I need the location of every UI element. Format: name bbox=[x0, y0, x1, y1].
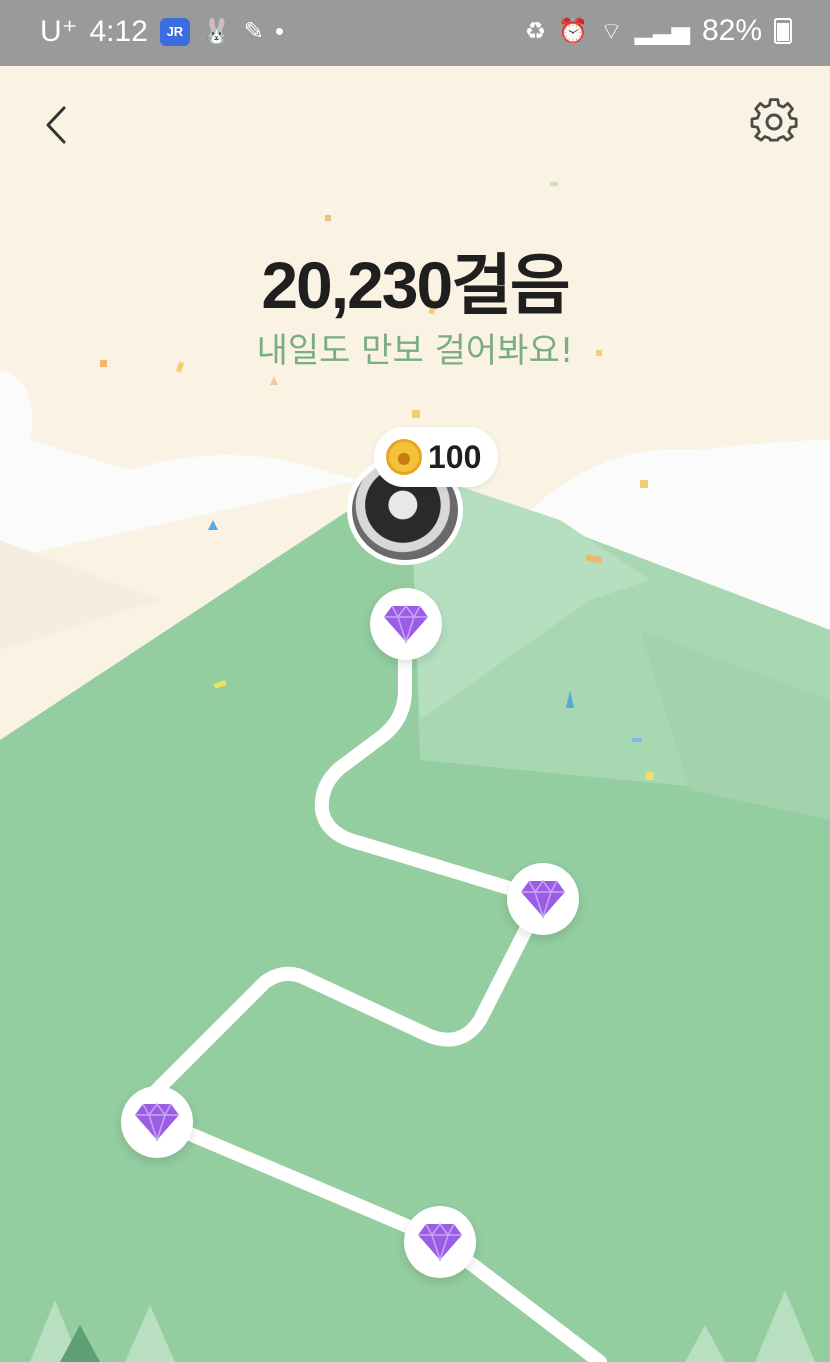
rabbit-icon: 🐰 bbox=[201, 18, 232, 45]
back-button[interactable] bbox=[36, 100, 80, 150]
wifi-icon: ⌔ bbox=[600, 18, 623, 45]
more-notifications-dot bbox=[275, 28, 283, 35]
encouragement-message: 내일도 만보 걸어봐요! bbox=[256, 331, 574, 371]
gem-icon bbox=[418, 1222, 462, 1262]
battery-saver-icon: ♻ bbox=[524, 17, 547, 45]
gem-milestone-2[interactable] bbox=[507, 863, 579, 935]
clock: 4:12 bbox=[89, 14, 148, 48]
battery-icon bbox=[774, 18, 792, 44]
gem-icon bbox=[384, 604, 428, 644]
carrier-label: U⁺ bbox=[40, 15, 78, 48]
battery-percent: 82% bbox=[701, 14, 762, 47]
gear-icon bbox=[750, 98, 798, 142]
app-notification-icon: JR bbox=[159, 17, 190, 46]
settings-button[interactable] bbox=[750, 98, 798, 146]
alarm-icon: ⏰ bbox=[558, 17, 589, 45]
reward-amount: 100 bbox=[428, 438, 482, 475]
gem-icon bbox=[135, 1102, 179, 1142]
signal-icon: ▂▃▅ bbox=[634, 17, 690, 45]
feather-icon: ✎ bbox=[243, 18, 264, 45]
gem-icon bbox=[521, 879, 565, 919]
reward-bubble[interactable]: ● 100 bbox=[374, 427, 498, 487]
gem-milestone-1[interactable] bbox=[370, 588, 442, 660]
gem-milestone-4[interactable] bbox=[404, 1206, 476, 1278]
chevron-left-icon bbox=[46, 106, 66, 144]
gem-milestone-3[interactable] bbox=[121, 1086, 193, 1158]
step-count: 20,230걸음 bbox=[261, 248, 570, 322]
coin-icon: ● bbox=[386, 439, 422, 475]
status-bar: U⁺ 4:12 JR 🐰 ✎ ♻ ⏰ ⌔ ▂▃▅ 82% bbox=[0, 0, 830, 66]
